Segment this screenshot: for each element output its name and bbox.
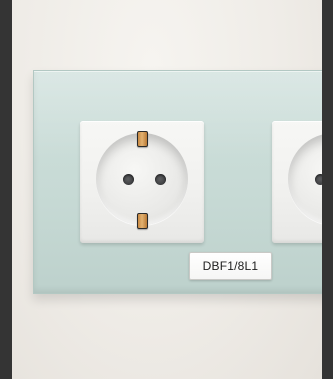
schuko-socket-icon [288,133,322,225]
left-frame [0,0,12,379]
pin-hole-right [155,174,166,185]
socket-right [272,121,322,243]
pin-hole-left [123,174,134,185]
earth-clip-bottom [137,213,148,229]
schuko-socket-icon [96,131,188,229]
earth-clip-top [137,131,148,147]
model-label: DBF1/8L1 [189,252,272,280]
pin-hole-left [315,174,322,185]
socket-left [80,121,204,243]
right-frame [322,0,333,379]
wall-photo: DBF1/8L1 [12,0,322,379]
model-label-text: DBF1/8L1 [202,259,259,273]
